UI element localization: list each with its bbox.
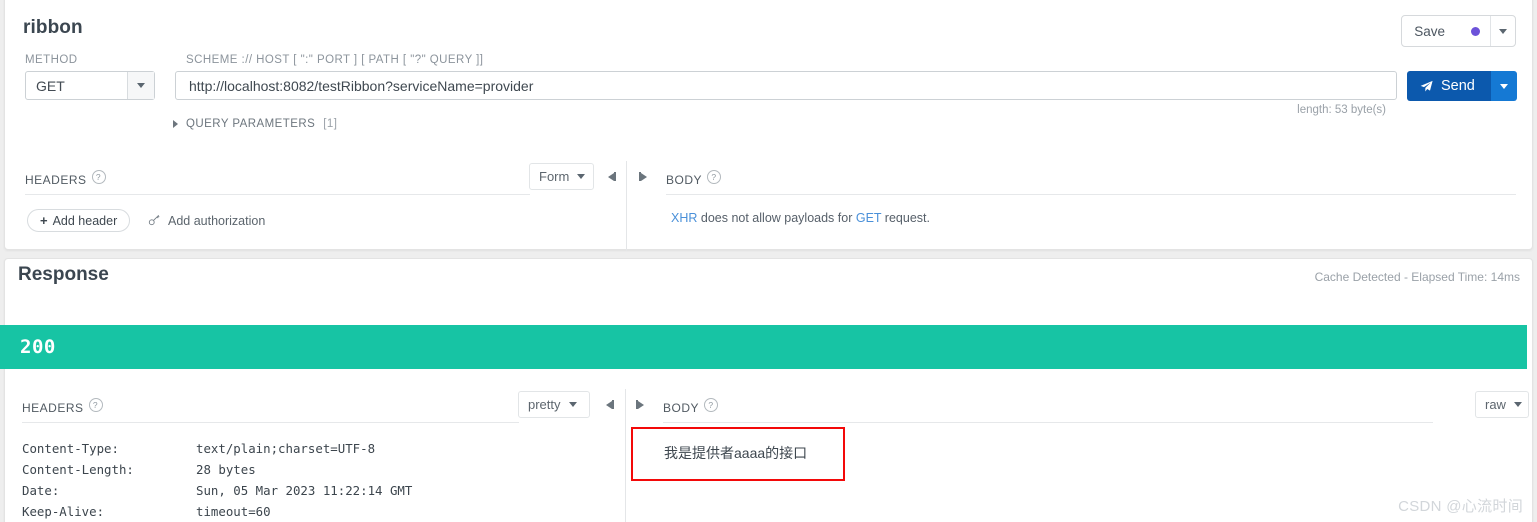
watermark: CSDN @心流时间 (1398, 498, 1523, 515)
query-parameters-label: QUERY PARAMETERS (186, 118, 316, 130)
response-headers-label: HEADERS (22, 401, 84, 415)
paper-plane-icon (1420, 80, 1433, 93)
response-headers-view-value: pretty (528, 397, 561, 412)
method-label: METHOD (25, 54, 78, 66)
rest-client-app: ribbon Save METHOD GET SCHEME :// HOST [… (0, 0, 1537, 522)
request-body-rule (666, 194, 1516, 195)
get-token: GET (855, 211, 882, 225)
chevron-down-icon (568, 402, 577, 407)
url-input-value: http://localhost:8082/testRibbon?service… (189, 77, 534, 94)
key-icon (148, 213, 161, 229)
status-code: 200 (20, 336, 56, 358)
response-headers-title: HEADERS ? (22, 398, 103, 418)
triangle-right-icon (641, 172, 647, 181)
response-headers-view-select[interactable]: pretty (518, 391, 590, 418)
add-authorization-label: Add authorization (168, 214, 266, 228)
header-value: text/plain;charset=UTF-8 (196, 441, 376, 456)
collapse-body-panel-button[interactable] (639, 170, 652, 183)
request-body-label: BODY (666, 173, 703, 187)
response-body-content: 我是提供者aaaa的接口 (664, 445, 808, 461)
url-input[interactable]: http://localhost:8082/testRibbon?service… (175, 71, 1397, 100)
save-button[interactable]: Save (1402, 16, 1490, 46)
chevron-down-icon (137, 83, 145, 88)
send-dropdown-button[interactable] (1490, 71, 1517, 101)
method-select[interactable]: GET (25, 71, 155, 100)
header-key: Content-Type: (22, 441, 119, 456)
collapse-bar (612, 400, 614, 409)
collapse-headers-panel-button[interactable] (608, 170, 621, 183)
help-icon[interactable]: ? (88, 398, 103, 412)
save-button-label: Save (1414, 23, 1445, 39)
plus-icon: + (40, 213, 48, 228)
url-length-note: length: 53 byte(s) (1297, 104, 1386, 116)
add-header-button[interactable]: + Add header (27, 209, 131, 232)
request-headers-view-select[interactable]: Form (529, 163, 594, 190)
send-button-group[interactable]: Send (1407, 71, 1517, 101)
header-key: Keep-Alive: (22, 504, 105, 519)
triangle-right-icon (638, 400, 644, 409)
table-row: Date: Sun, 05 Mar 2023 11:22:14 GMT (22, 480, 412, 501)
header-value: 28 bytes (196, 462, 256, 477)
send-button-label: Send (1441, 78, 1475, 94)
help-icon[interactable]: ? (707, 170, 722, 184)
collapse-bar (614, 172, 616, 181)
collapse-response-headers-button[interactable] (606, 398, 619, 411)
table-row: Content-Length: 28 bytes (22, 459, 412, 480)
response-body-view-value: raw (1485, 397, 1506, 412)
save-dropdown-button[interactable] (1490, 16, 1515, 46)
method-select-arrow[interactable] (127, 72, 154, 99)
request-panel-divider (626, 161, 627, 251)
triangle-right-icon (173, 120, 178, 128)
header-key: Content-Length: (22, 462, 134, 477)
response-title: Response (18, 264, 109, 285)
help-icon[interactable]: ? (91, 170, 106, 184)
request-headers-rule (25, 194, 530, 195)
request-headers-view-value: Form (539, 169, 570, 184)
chevron-down-icon (577, 174, 586, 179)
url-label: SCHEME :// HOST [ ":" PORT ] [ PATH [ "?… (186, 54, 484, 66)
response-body-rule (663, 422, 1433, 423)
note-suffix: request. (881, 211, 930, 225)
send-button[interactable]: Send (1407, 71, 1491, 101)
chevron-down-icon (1499, 28, 1507, 34)
response-panel-divider (625, 389, 626, 522)
response-status-bar: 200 (0, 325, 1527, 369)
response-body-title: BODY ? (663, 398, 719, 418)
response-body-label: BODY (663, 401, 700, 415)
response-body-view-select[interactable]: raw (1475, 391, 1529, 418)
table-row: Keep-Alive: timeout=60 (22, 501, 412, 522)
unsaved-indicator-dot (1471, 26, 1480, 36)
response-headers-table: Content-Type: text/plain;charset=UTF-8 C… (22, 438, 412, 522)
add-authorization-button[interactable]: Add authorization (148, 213, 265, 229)
request-card: ribbon Save METHOD GET SCHEME :// HOST [… (4, 0, 1533, 251)
cache-elapsed-note: Cache Detected - Elapsed Time: 14ms (1314, 270, 1520, 284)
header-value: Sun, 05 Mar 2023 11:22:14 GMT (196, 483, 413, 498)
help-icon[interactable]: ? (704, 398, 719, 412)
request-body-title: BODY ? (666, 170, 722, 190)
request-headers-title: HEADERS ? (25, 170, 106, 190)
save-button-group[interactable]: Save (1401, 15, 1516, 47)
table-row: Content-Type: text/plain;charset=UTF-8 (22, 438, 412, 459)
query-parameters-toggle[interactable]: QUERY PARAMETERS [1] (173, 118, 337, 130)
query-parameters-count: [1] (323, 118, 338, 130)
add-header-label: Add header (52, 213, 118, 228)
header-key: Date: (22, 483, 60, 498)
note-middle: does not allow payloads for (697, 211, 856, 225)
method-select-value: GET (36, 77, 65, 94)
collapse-response-body-button[interactable] (636, 398, 649, 411)
chevron-down-icon (1499, 83, 1508, 89)
header-value: timeout=60 (196, 504, 271, 519)
response-headers-rule (22, 422, 519, 423)
xhr-token: XHR (671, 211, 698, 225)
request-headers-label: HEADERS (25, 173, 87, 187)
request-title: ribbon (23, 17, 83, 38)
chevron-down-icon (1513, 402, 1522, 407)
body-not-allowed-note: XHR does not allow payloads for GET requ… (671, 211, 930, 225)
